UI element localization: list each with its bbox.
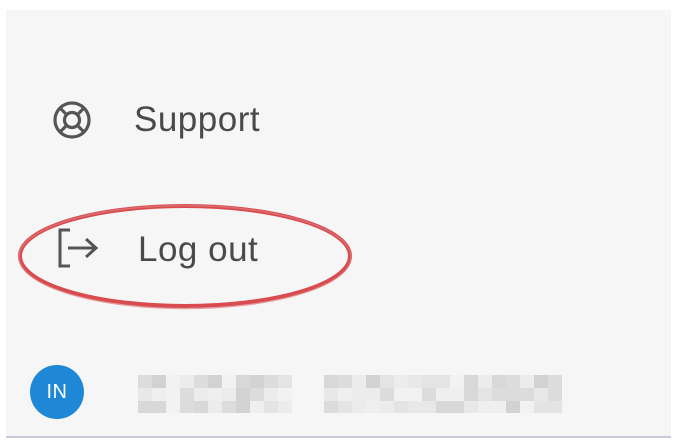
redaction-pixel — [450, 388, 464, 401]
redaction-pixel — [278, 401, 292, 413]
redaction-pixel — [138, 401, 152, 413]
redaction-pixel — [166, 388, 180, 401]
redaction-pixel — [366, 375, 380, 388]
redaction-pixel — [366, 388, 380, 401]
account-menu-panel: Support Log out IN — [6, 10, 671, 438]
redaction-pixel — [520, 375, 534, 388]
redaction-pixel — [492, 401, 506, 413]
redaction-pixel — [138, 375, 152, 388]
redaction-pixel — [520, 388, 534, 401]
redaction-pixel — [180, 375, 194, 388]
redaction-pixel — [464, 375, 478, 388]
avatar: IN — [30, 365, 84, 419]
redaction-pixel — [534, 375, 548, 388]
redaction-pixel — [194, 401, 208, 413]
redaction-pixel — [338, 388, 352, 401]
redaction-pixel — [324, 388, 338, 401]
lifebuoy-icon — [50, 98, 94, 142]
redaction-pixel — [194, 375, 208, 388]
redaction-pixel — [208, 375, 222, 388]
redaction-pixel — [324, 401, 338, 413]
redaction-pixel — [166, 375, 180, 388]
redaction-pixel — [338, 375, 352, 388]
redaction-pixel — [422, 375, 436, 388]
redaction-pixel — [236, 375, 250, 388]
redaction-pixel — [548, 375, 562, 388]
redaction-pixel — [250, 401, 264, 413]
redaction-pixel — [520, 401, 534, 413]
redaction-pixel — [366, 401, 380, 413]
bottom-divider — [6, 436, 671, 438]
redaction-pixel — [450, 375, 464, 388]
logout-menu-item[interactable]: Log out — [6, 200, 671, 290]
redaction-pixel — [394, 375, 408, 388]
redaction-pixel — [422, 388, 436, 401]
redaction-pixel — [464, 388, 478, 401]
redacted-user-name — [138, 375, 298, 413]
redaction-pixel — [394, 401, 408, 413]
redaction-pixel — [338, 401, 352, 413]
redaction-pixel — [264, 388, 278, 401]
redaction-pixel — [422, 401, 436, 413]
redaction-pixel — [236, 401, 250, 413]
redaction-pixel — [436, 388, 450, 401]
redaction-pixel — [222, 388, 236, 401]
redaction-pixel — [152, 401, 166, 413]
redaction-pixel — [408, 401, 422, 413]
redaction-pixel — [478, 401, 492, 413]
support-menu-item[interactable]: Support — [6, 75, 671, 165]
redaction-pixel — [278, 388, 292, 401]
redaction-pixel — [492, 388, 506, 401]
redaction-pixel — [506, 401, 520, 413]
redaction-pixel — [208, 401, 222, 413]
redaction-pixel — [534, 401, 548, 413]
redaction-pixel — [380, 375, 394, 388]
redaction-pixel — [436, 401, 450, 413]
redaction-pixel — [408, 388, 422, 401]
redaction-pixel — [352, 375, 366, 388]
redaction-pixel — [222, 401, 236, 413]
redaction-pixel — [380, 388, 394, 401]
redaction-pixel — [506, 388, 520, 401]
redacted-user-email — [324, 375, 562, 413]
redaction-pixel — [152, 375, 166, 388]
redaction-pixel — [478, 375, 492, 388]
support-label: Support — [134, 100, 261, 139]
redaction-pixel — [436, 375, 450, 388]
redaction-pixel — [352, 401, 366, 413]
redaction-pixel — [324, 375, 338, 388]
redaction-pixel — [236, 388, 250, 401]
redaction-pixel — [464, 401, 478, 413]
redaction-pixel — [408, 375, 422, 388]
redaction-pixel — [450, 401, 464, 413]
redaction-pixel — [194, 388, 208, 401]
redaction-pixel — [264, 375, 278, 388]
redaction-pixel — [548, 388, 562, 401]
redaction-pixel — [548, 401, 562, 413]
redaction-pixel — [394, 388, 408, 401]
redaction-pixel — [250, 388, 264, 401]
redaction-pixel — [152, 388, 166, 401]
redaction-pixel — [180, 401, 194, 413]
redaction-pixel — [278, 375, 292, 388]
redaction-pixel — [250, 375, 264, 388]
redaction-pixel — [352, 388, 366, 401]
user-profile-row[interactable]: IN — [6, 355, 671, 435]
redaction-pixel — [138, 388, 152, 401]
redaction-pixel — [222, 375, 236, 388]
redaction-pixel — [492, 375, 506, 388]
redaction-pixel — [180, 388, 194, 401]
redaction-pixel — [208, 388, 222, 401]
redaction-pixel — [380, 401, 394, 413]
redaction-pixel — [166, 401, 180, 413]
redaction-pixel — [264, 401, 278, 413]
redaction-pixel — [506, 375, 520, 388]
logout-label: Log out — [138, 230, 259, 269]
redaction-pixel — [478, 388, 492, 401]
logout-icon — [56, 226, 100, 270]
redaction-pixel — [534, 388, 548, 401]
